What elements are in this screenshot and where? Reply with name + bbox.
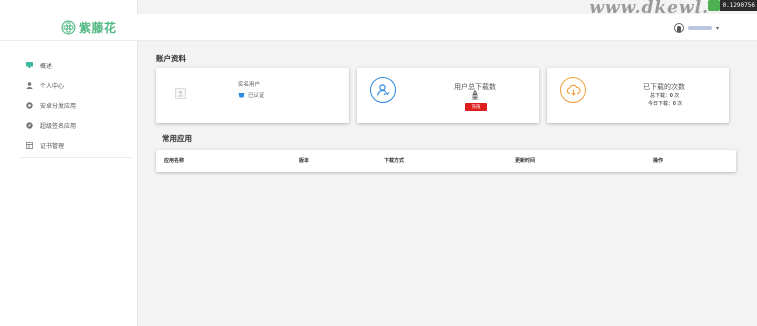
total-download-value: 0 xyxy=(670,93,673,99)
total-download-stat: 总下载：0 次 xyxy=(650,92,679,99)
column-header-actions: 操作 xyxy=(653,158,664,164)
user-chart-icon xyxy=(370,77,396,103)
avatar xyxy=(674,23,684,33)
verified-icon xyxy=(238,93,245,98)
watermark-code: 0.1290756 xyxy=(720,0,757,11)
today-download-stat: 今日下载：0 次 xyxy=(648,100,682,107)
user-name-redacted xyxy=(688,26,712,30)
android-icon xyxy=(20,101,36,109)
cloud-download-icon xyxy=(560,77,586,103)
today-download-label: 今日下载： xyxy=(648,101,674,107)
top-strip-left xyxy=(0,0,138,14)
total-downloads-value: 0 xyxy=(473,91,477,97)
total-downloads-card: 用户总下载数量 0 充值 xyxy=(357,68,539,123)
downloaded-times-card: 已下载的次数 总下载：0 次 今日下载：0 次 xyxy=(547,68,729,123)
profile-image-placeholder-icon xyxy=(175,88,186,99)
sidebar-item-label: 超级签名应用 xyxy=(40,123,77,130)
logo-text: 紫藤花 xyxy=(79,21,117,35)
profile-card: 实名用户 已认证 xyxy=(156,68,349,123)
certificate-icon xyxy=(20,141,36,149)
watermark-badge: 0.1290756 xyxy=(708,0,757,11)
sidebar-item-label: 证书管理 xyxy=(40,143,65,150)
sidebar-item-label: 个人中心 xyxy=(40,83,65,90)
compass-icon xyxy=(20,121,36,129)
today-download-value: 0 xyxy=(673,101,676,107)
total-download-unit: 次 xyxy=(674,93,680,99)
user-icon xyxy=(20,81,36,89)
sidebar-item-overview[interactable]: 概述 xyxy=(20,55,133,75)
monitor-icon xyxy=(20,62,36,68)
top-strip: www.dkewl. 0.1290756 xyxy=(0,0,757,18)
sidebar-item-profile[interactable]: 个人中心 xyxy=(20,75,133,95)
user-menu[interactable]: ▾ xyxy=(674,23,719,33)
account-section-title: 账户资料 xyxy=(156,54,186,63)
sidebar-item-super-sign-apps[interactable]: 超级签名应用 xyxy=(20,115,133,135)
flower-logo-icon xyxy=(61,20,76,35)
recharge-button[interactable]: 充值 xyxy=(465,103,487,111)
total-download-label: 总下载： xyxy=(650,93,671,99)
apps-table: 应用名称 版本 下载方式 更新时间 操作 xyxy=(156,150,736,172)
top-header: 紫藤花 ▾ xyxy=(0,14,757,41)
column-header-download-method: 下载方式 xyxy=(384,158,405,164)
column-header-version: 版本 xyxy=(299,158,310,164)
sidebar-item-android-apps[interactable]: 安卓分发应用 xyxy=(20,95,133,115)
sidebar-item-label: 概述 xyxy=(40,63,53,70)
column-header-updated-time: 更新时间 xyxy=(515,158,536,164)
profile-role: 实名用户 xyxy=(238,82,261,88)
downloaded-times-label: 已下载的次数 xyxy=(643,84,685,91)
verification-status: 已认证 xyxy=(238,91,265,99)
leaf-icon xyxy=(708,0,721,11)
today-download-unit: 次 xyxy=(677,101,683,107)
sidebar-item-certificates[interactable]: 证书管理 xyxy=(20,135,133,155)
apps-section-title: 常用应用 xyxy=(162,134,192,143)
verification-status-text: 已认证 xyxy=(248,93,265,99)
sidebar-item-label: 安卓分发应用 xyxy=(40,103,77,110)
column-header-app-name: 应用名称 xyxy=(164,158,185,164)
sidebar: 概述 个人中心 安卓分发应用 超级签名应用 证书管理 xyxy=(0,41,138,326)
sidebar-menu: 概述 个人中心 安卓分发应用 超级签名应用 证书管理 xyxy=(20,55,133,158)
chevron-down-icon: ▾ xyxy=(716,25,720,32)
logo[interactable]: 紫藤花 xyxy=(61,19,117,36)
